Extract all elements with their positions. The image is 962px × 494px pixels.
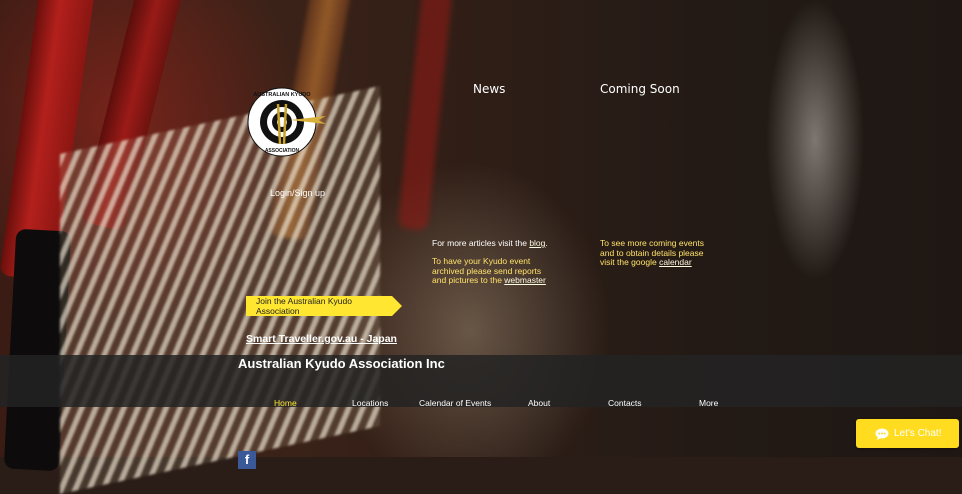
- news-line-4-prefix: and pictures to the: [432, 275, 505, 285]
- calendar-link[interactable]: calendar: [659, 257, 692, 267]
- coming-soon-text: To see more coming events and to obtain …: [600, 238, 704, 268]
- coming-line-3: visit the google calendar: [600, 257, 704, 268]
- logo-text-top: AUSTRALIAN KYUDO: [253, 92, 311, 98]
- join-button[interactable]: Join the Australian Kyudo Association: [246, 296, 402, 316]
- feathers: [60, 85, 380, 494]
- menu-about[interactable]: About: [528, 398, 550, 408]
- site-title: Australian Kyudo Association Inc: [238, 356, 445, 371]
- news-blog-suffix: .: [545, 238, 548, 248]
- facebook-icon[interactable]: f: [238, 451, 256, 469]
- menu-more[interactable]: More: [699, 398, 718, 408]
- webmaster-link[interactable]: webmaster: [504, 275, 546, 285]
- nav-coming-soon[interactable]: Coming Soon: [600, 82, 680, 96]
- coming-line-3-prefix: visit the google: [600, 257, 660, 267]
- menu-calendar-of-events[interactable]: Calendar of Events: [419, 398, 491, 408]
- chat-bubble-icon: [875, 428, 889, 440]
- login-signup-link[interactable]: Login/Sign up: [270, 188, 325, 198]
- logo-text-bottom: ASSOCIATION: [265, 148, 300, 154]
- smart-traveller-link[interactable]: Smart Traveller.gov.au - Japan: [246, 333, 397, 345]
- chat-button[interactable]: Let's Chat!: [856, 419, 959, 448]
- association-logo[interactable]: AUSTRALIAN KYUDO ASSOCIATION: [244, 84, 328, 160]
- menu-home[interactable]: Home: [274, 398, 297, 408]
- news-archive-text: To have your Kyudo event archived please…: [432, 256, 546, 286]
- menu-contacts[interactable]: Contacts: [608, 398, 642, 408]
- menu-locations[interactable]: Locations: [352, 398, 388, 408]
- nav-news[interactable]: News: [473, 82, 505, 96]
- blog-link[interactable]: blog: [529, 238, 545, 248]
- news-line-4: and pictures to the webmaster: [432, 275, 546, 286]
- chat-label: Let's Chat!: [894, 428, 942, 439]
- news-blog-line: For more articles visit the blog.: [432, 238, 548, 249]
- news-blog-prefix: For more articles visit the: [432, 238, 530, 248]
